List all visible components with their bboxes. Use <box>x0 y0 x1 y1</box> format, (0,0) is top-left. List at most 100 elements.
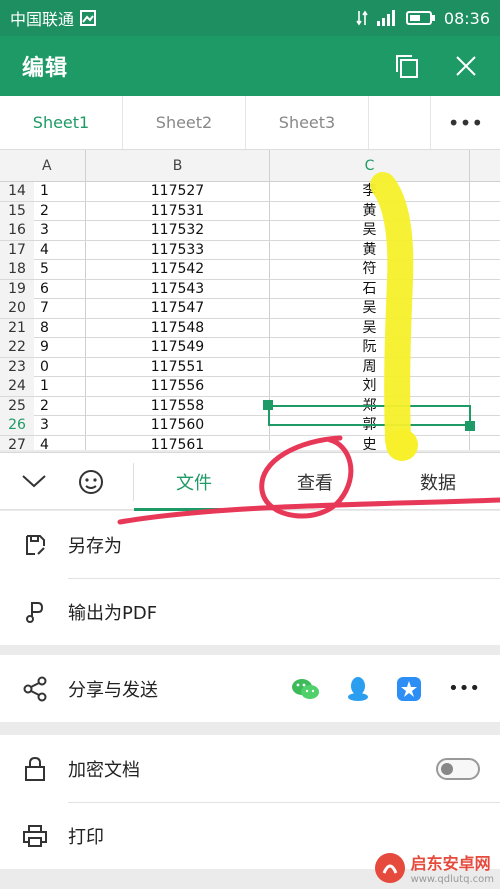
table-row[interactable]: 17 4 117533 黄 <box>0 240 500 260</box>
column-header-c[interactable]: C <box>270 150 470 182</box>
row-number[interactable]: 27 <box>0 435 34 450</box>
column-header-d[interactable] <box>470 150 500 182</box>
cell-c[interactable]: 周 <box>270 357 470 377</box>
share-send-item[interactable]: 分享与发送 ••• <box>0 655 500 722</box>
cell-a[interactable]: 1 <box>40 377 86 396</box>
save-as-item[interactable]: 另存为 <box>0 511 500 578</box>
cell-a[interactable]: 5 <box>40 260 86 279</box>
table-row[interactable]: 21 8 117548 吴 <box>0 318 500 338</box>
cell-c[interactable]: 石 <box>270 279 470 299</box>
table-row[interactable]: 20 7 117547 吴 <box>0 299 500 319</box>
encrypt-doc-item[interactable]: 加密文档 <box>0 735 500 802</box>
cell-a[interactable]: 0 <box>40 357 86 377</box>
cell-b[interactable]: 117560 <box>86 416 270 435</box>
table-row[interactable]: 27 4 117561 史 <box>0 435 500 450</box>
cell-b[interactable]: 117543 <box>86 279 270 299</box>
row-number[interactable]: 14 <box>0 182 34 201</box>
row-number[interactable]: 19 <box>0 279 34 299</box>
table-row[interactable]: 16 3 117532 吴 <box>0 221 500 241</box>
chevron-down-icon[interactable] <box>20 471 48 491</box>
table-row[interactable]: 14 1 117527 李 <box>0 182 500 202</box>
cell-a[interactable]: 3 <box>40 221 86 240</box>
cell-a[interactable]: 2 <box>40 201 86 221</box>
column-label: B <box>172 158 183 174</box>
cell-c[interactable]: 李 <box>270 182 470 201</box>
selected-cell[interactable] <box>268 405 471 426</box>
cell-b[interactable]: 117556 <box>86 377 270 396</box>
cell-a[interactable]: 8 <box>40 318 86 338</box>
tab-file[interactable]: 文件 <box>134 453 254 511</box>
appbar-actions <box>394 53 478 79</box>
table-row[interactable]: 22 9 117549 阮 <box>0 338 500 358</box>
cell-a[interactable]: 4 <box>40 240 86 260</box>
bottom-menu-panel: 文件 查看 数据 另存为 输出为PDF 分享与发送 ••• 加密文档 打印 <box>0 452 500 889</box>
dingtalk-icon[interactable] <box>396 676 422 702</box>
row-number[interactable]: 20 <box>0 299 34 318</box>
close-icon[interactable] <box>454 54 478 78</box>
tab-data[interactable]: 数据 <box>376 453 500 511</box>
selection-handle-start[interactable] <box>263 400 273 410</box>
sheet-tabs: Sheet1 Sheet2 Sheet3 ••• <box>0 96 500 150</box>
cell-b[interactable]: 117533 <box>86 240 270 260</box>
spreadsheet-grid[interactable]: A B C 14 1 117527 李 15 2 117531 黄 16 3 117532 吴 17 4 1… <box>0 150 500 450</box>
cell-b[interactable]: 117558 <box>86 396 270 416</box>
selection-handle-end[interactable] <box>465 421 475 431</box>
cell-c[interactable]: 吴 <box>270 221 470 240</box>
cell-c[interactable]: 阮 <box>270 338 470 357</box>
wechat-icon[interactable] <box>290 676 320 702</box>
multiwindow-icon[interactable] <box>394 53 420 79</box>
row-number[interactable]: 25 <box>0 396 34 416</box>
table-row[interactable]: 19 6 117543 石 <box>0 279 500 299</box>
cell-b[interactable]: 117527 <box>86 182 270 201</box>
cell-b[interactable]: 117532 <box>86 221 270 240</box>
tab-sheet2[interactable]: Sheet2 <box>123 96 246 149</box>
cell-c[interactable]: 史 <box>270 435 470 450</box>
cell-a[interactable]: 7 <box>40 299 86 318</box>
cell-a[interactable]: 2 <box>40 396 86 416</box>
share-more-button[interactable]: ••• <box>448 678 480 699</box>
cell-b[interactable]: 117531 <box>86 201 270 221</box>
row-number[interactable]: 15 <box>0 201 34 221</box>
cell-b[interactable]: 117561 <box>86 435 270 450</box>
table-row[interactable]: 15 2 117531 黄 <box>0 201 500 221</box>
tab-sheet3[interactable]: Sheet3 <box>246 96 369 149</box>
tab-sheet1[interactable]: Sheet1 <box>0 96 123 149</box>
row-number[interactable]: 23 <box>0 357 34 377</box>
cell-c[interactable]: 吴 <box>270 318 470 338</box>
cell-a[interactable]: 1 <box>40 182 86 201</box>
cell-a[interactable]: 3 <box>40 416 86 435</box>
cell-b[interactable]: 117547 <box>86 299 270 318</box>
watermark-url: www.qdlutq.com <box>410 874 494 885</box>
table-row[interactable]: 24 1 117556 刘 <box>0 377 500 397</box>
printer-icon <box>22 823 48 849</box>
cell-b[interactable]: 117542 <box>86 260 270 279</box>
export-pdf-item[interactable]: 输出为PDF <box>0 578 500 645</box>
cell-a[interactable]: 9 <box>40 338 86 357</box>
cell-c[interactable]: 黄 <box>270 201 470 221</box>
cell-a[interactable]: 4 <box>40 435 86 450</box>
row-number[interactable]: 22 <box>0 338 34 357</box>
row-number[interactable]: 24 <box>0 377 34 396</box>
tab-view[interactable]: 查看 <box>255 453 375 511</box>
column-header-b[interactable]: B <box>86 150 270 182</box>
row-number[interactable]: 26 <box>0 416 34 435</box>
cell-b[interactable]: 117549 <box>86 338 270 357</box>
table-row[interactable]: 23 0 117551 周 <box>0 357 500 377</box>
cell-c[interactable]: 符 <box>270 260 470 279</box>
assistant-face-icon[interactable] <box>76 467 106 497</box>
cell-c[interactable]: 黄 <box>270 240 470 260</box>
qq-icon[interactable] <box>346 675 370 703</box>
row-number[interactable]: 16 <box>0 221 34 240</box>
cell-a[interactable]: 6 <box>40 279 86 299</box>
encrypt-toggle[interactable] <box>436 757 480 780</box>
cell-b[interactable]: 117548 <box>86 318 270 338</box>
column-header-a[interactable]: A <box>0 150 86 182</box>
row-number[interactable]: 18 <box>0 260 34 279</box>
cell-c[interactable]: 吴 <box>270 299 470 318</box>
cell-b[interactable]: 117551 <box>86 357 270 377</box>
row-number[interactable]: 17 <box>0 240 34 260</box>
row-number[interactable]: 21 <box>0 318 34 338</box>
table-row[interactable]: 18 5 117542 符 <box>0 260 500 280</box>
cell-c[interactable]: 刘 <box>270 377 470 396</box>
tabs-more-button[interactable]: ••• <box>430 96 500 149</box>
